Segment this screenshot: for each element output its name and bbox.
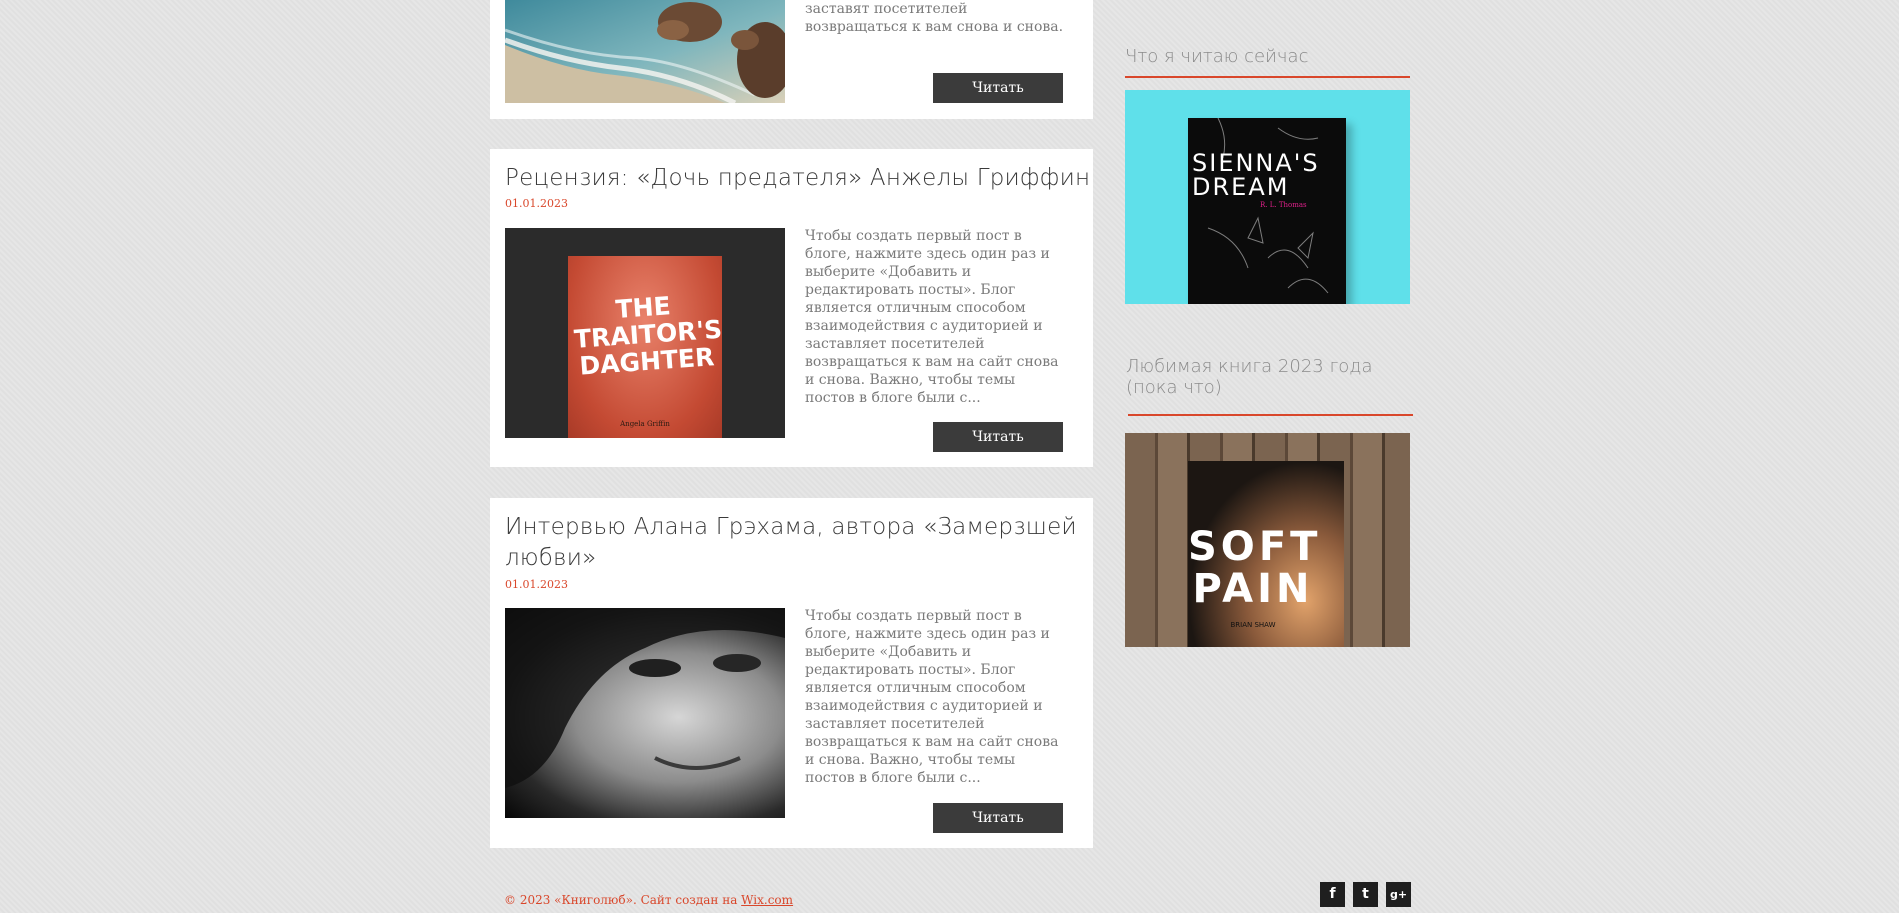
divider (1125, 76, 1410, 78)
post-excerpt: Чтобы создать первый пост в блоге, нажми… (805, 608, 1059, 786)
read-button[interactable]: Читать (933, 422, 1063, 452)
book-cover-siennas-dream: SIENNA'S DREAM R. L. Thomas (1188, 118, 1346, 304)
post-image-beach[interactable] (505, 0, 785, 103)
book-cover-traitors-daughter: THE TRAITOR'S DAGHTER Angela Griffin (568, 256, 723, 438)
favorite-book-image[interactable]: SOFT PAIN BRIAN SHAW (1125, 433, 1410, 647)
read-button[interactable]: Читать (933, 73, 1063, 103)
book-cover-title: SOFT PAIN (1188, 524, 1322, 612)
now-reading-book-image[interactable]: SIENNA'S DREAM R. L. Thomas (1125, 90, 1410, 304)
post-date: 01.01.2023 (505, 197, 568, 210)
post-date: 01.01.2023 (505, 578, 568, 591)
wix-link[interactable]: Wix.com (741, 893, 793, 907)
book-cover-author: BRIAN SHAW (1230, 621, 1276, 629)
post-image-author-portrait[interactable] (505, 608, 785, 818)
divider (1128, 414, 1413, 416)
book-cover-soft-pain: SOFT PAIN BRIAN SHAW (1188, 461, 1344, 647)
facebook-icon[interactable]: f (1320, 882, 1345, 907)
post-excerpt: заставят посетителей возвращаться к вам … (805, 1, 1064, 35)
post-card-2: Рецензия: «Дочь предателя» Анжелы Гриффи… (490, 149, 1093, 467)
post-title[interactable]: Рецензия: «Дочь предателя» Анжелы Гриффи… (505, 163, 1095, 194)
post-image-book-cover[interactable]: THE TRAITOR'S DAGHTER Angela Griffin (505, 228, 785, 438)
book-cover-title: SIENNA'S DREAM (1192, 149, 1320, 201)
book-cover-author: R. L. Thomas (1260, 201, 1307, 209)
post-title[interactable]: Интервью Алана Грэхама, автора «Замерзше… (505, 512, 1080, 574)
footer-copyright: © 2023 «Книголюб». Сайт создан на Wix.co… (504, 893, 794, 907)
sidebar-favorite-title: Любимая книга 2023 года (пока что) (1126, 356, 1373, 398)
book-cover-author: Angela Griffin (620, 420, 670, 428)
sidebar-now-reading-title: Что я читаю сейчас (1125, 46, 1309, 67)
book-cover-title: THE TRAITOR'S DAGHTER (573, 291, 723, 381)
read-button[interactable]: Читать (933, 803, 1063, 833)
twitter-icon[interactable]: t (1353, 882, 1378, 907)
google-plus-icon[interactable]: g+ (1386, 882, 1411, 907)
post-card-3: Интервью Алана Грэхама, автора «Замерзше… (490, 498, 1093, 848)
post-card-1: заставят посетителей возвращаться к вам … (490, 0, 1093, 119)
post-excerpt: Чтобы создать первый пост в блоге, нажми… (805, 228, 1059, 406)
